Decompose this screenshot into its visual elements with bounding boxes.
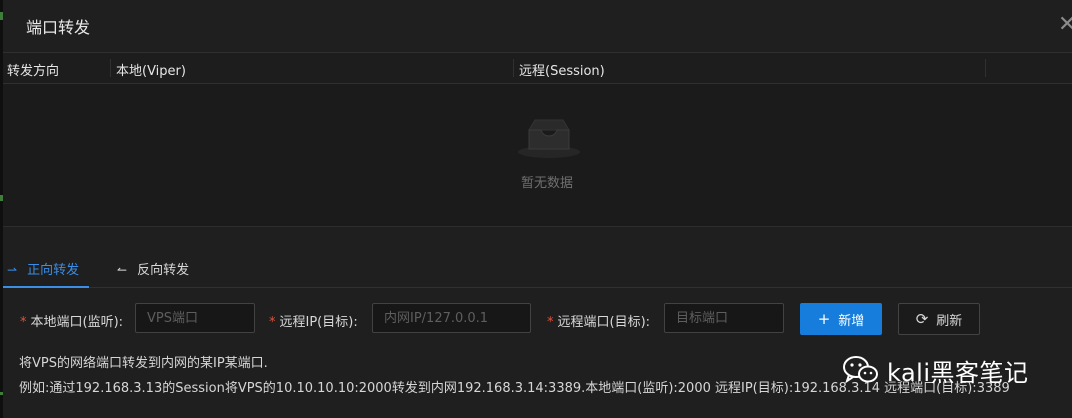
add-button-label: 新增 (838, 313, 865, 329)
local-port-input[interactable] (135, 303, 255, 333)
forward-table: 转发方向 本地(Viper) 远程(Session) 暂无数据 (3, 53, 1072, 226)
column-local: 本地(Viper) (116, 64, 186, 79)
divider (3, 226, 1072, 227)
tab-label: 正向转发 (27, 263, 80, 278)
tab-active-indicator (3, 286, 89, 288)
remote-ip-input[interactable] (372, 303, 531, 333)
remote-ip-label: * 远程IP(目标): (269, 311, 358, 330)
tab-forward[interactable]: ⇀ 正向转发 (7, 259, 79, 278)
remote-port-input[interactable] (664, 303, 784, 333)
local-port-label: * 本地端口(监听): (20, 311, 123, 330)
add-button[interactable]: + 新增 (800, 303, 882, 335)
table-header: 转发方向 本地(Viper) 远程(Session) (3, 53, 1072, 84)
port-forward-modal: 端口转发 ✕ 转发方向 本地(Viper) 远程(Session) 暂无数据 ⇀… (3, 0, 1072, 418)
plus-icon: + (817, 309, 831, 328)
empty-text: 暂无数据 (521, 176, 574, 191)
column-remote: 远程(Session) (519, 64, 605, 79)
tab-reverse[interactable]: ↼ 反向转发 (117, 259, 189, 278)
required-mark: * (269, 315, 276, 330)
required-mark: * (547, 315, 554, 330)
column-direction: 转发方向 (7, 64, 60, 79)
refresh-button[interactable]: ⟳ 刷新 (898, 303, 980, 335)
refresh-icon: ⟳ (915, 309, 929, 328)
remote-ip-label-text: 远程IP(目标): (279, 315, 358, 330)
example-line: 例如:通过192.168.3.13的Session将VPS的10.10.10.1… (19, 381, 1010, 396)
tab-label: 反向转发 (137, 263, 190, 278)
refresh-button-label: 刷新 (936, 313, 963, 329)
modal-title: 端口转发 (26, 18, 91, 37)
column-divider (985, 59, 986, 77)
remote-port-label: * 远程端口(目标): (547, 311, 650, 330)
remote-port-label-text: 远程端口(目标): (557, 315, 651, 330)
forward-tabs: ⇀ 正向转发 ↼ 反向转发 (3, 254, 1072, 288)
column-divider (110, 59, 111, 77)
forward-form: *本地端口(监听): *远程IP(目标): *远程端口(目标): +新增 ⟳刷新 (3, 303, 1072, 335)
empty-inbox-icon (518, 119, 580, 158)
description-line: 将VPS的网络端口转发到内网的某IP某端口. (19, 356, 268, 371)
arrow-left-icon: ↼ (117, 263, 128, 277)
modal-header: 端口转发 ✕ (3, 0, 1072, 53)
close-icon[interactable]: ✕ (1058, 14, 1072, 36)
required-mark: * (20, 315, 27, 330)
local-port-label-text: 本地端口(监听): (30, 315, 124, 330)
arrow-right-icon: ⇀ (7, 263, 18, 277)
column-divider (513, 59, 514, 77)
